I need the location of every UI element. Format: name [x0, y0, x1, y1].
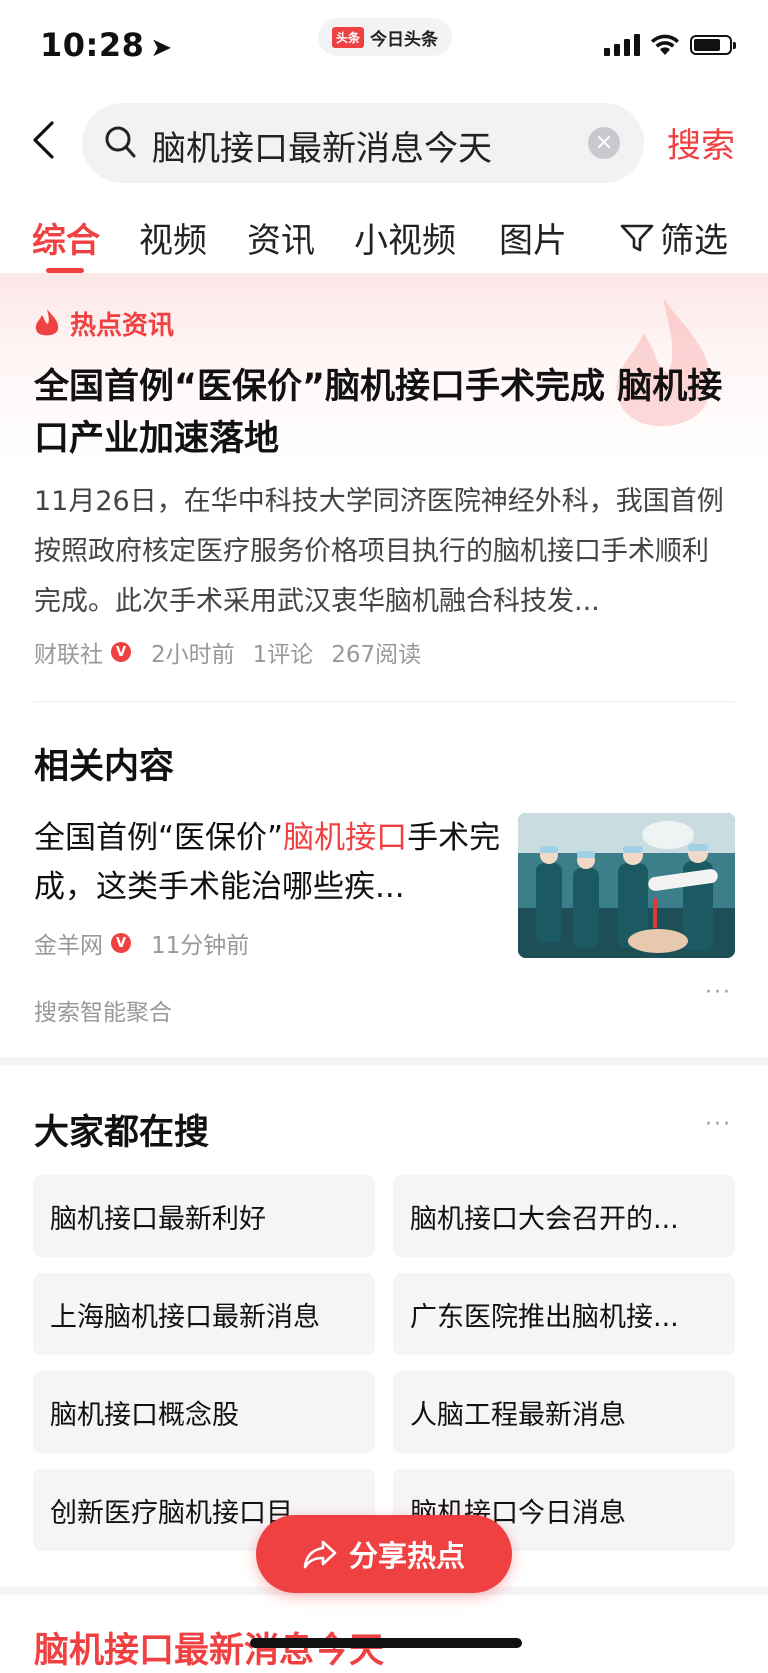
search-suggestion-chip[interactable]: 广东医院推出脑机接... [393, 1273, 735, 1355]
cellular-signal-icon [604, 34, 640, 56]
search-input[interactable]: 脑机接口最新消息今天 × [82, 103, 644, 183]
brand-badge: 头条 [331, 26, 364, 48]
verified-badge-icon: V [111, 642, 131, 662]
home-indicator[interactable] [250, 1638, 522, 1648]
related-meta: 金羊网 V 11分钟前 [34, 926, 249, 960]
section-separator [0, 1057, 768, 1065]
search-suggestion-chip[interactable]: 脑机接口大会召开的... [393, 1175, 735, 1257]
publish-time: 11分钟前 [151, 933, 250, 959]
related-headline[interactable]: 全国首例“医保价”脑机接口手术完成，这类手术能治哪些疾... [34, 814, 504, 912]
result-tabs: 综合 视频 资讯 小视频 图片 筛选 [0, 213, 768, 273]
share-label: 分享热点 [348, 1539, 465, 1573]
tab-video[interactable]: 视频 [139, 213, 207, 262]
tab-images[interactable]: 图片 [499, 213, 567, 262]
search-suggestion-chip[interactable]: 人脑工程最新消息 [393, 1371, 735, 1453]
more-options-icon[interactable]: ··· [705, 980, 732, 1005]
location-arrow-icon: ➤ [150, 33, 173, 63]
status-indicators [604, 34, 736, 56]
verified-badge-icon: V [111, 933, 131, 953]
people-searching-title: 大家都在搜 [34, 1113, 210, 1153]
share-icon [303, 1540, 337, 1569]
hot-news-card[interactable]: 热点资讯 全国首例“医保价”脑机接口手术完成 脑机接口产业加速落地 11月26日… [0, 273, 768, 693]
tab-filter-label: 筛选 [660, 221, 728, 261]
wifi-icon [651, 34, 679, 55]
filter-icon [620, 224, 654, 251]
publish-time: 2小时前 [151, 642, 235, 668]
brand-name: 今日头条 [370, 29, 438, 50]
source-name: 金羊网 [34, 933, 103, 959]
read-count: 267阅读 [331, 642, 422, 668]
comment-count: 1评论 [252, 642, 314, 668]
clear-search-icon[interactable]: × [588, 127, 620, 159]
status-time: 10:28 ➤ [40, 26, 173, 64]
hot-news-meta: 财联社 V 2小时前 1评论 267阅读 [34, 635, 421, 669]
search-query-text[interactable]: 脑机接口最新消息今天 [152, 121, 492, 170]
tab-filter[interactable]: 筛选 [620, 213, 728, 262]
surgery-photo [518, 813, 735, 958]
related-thumbnail[interactable] [518, 813, 735, 958]
status-bar: 10:28 ➤ 头条 今日头条 [0, 0, 768, 95]
tab-short-video[interactable]: 小视频 [354, 213, 456, 262]
related-section-title: 相关内容 [34, 747, 175, 787]
search-suggestion-chip[interactable]: 脑机接口最新利好 [33, 1175, 375, 1257]
hot-news-label: 热点资讯 [34, 305, 174, 342]
tab-news[interactable]: 资讯 [247, 213, 315, 262]
source-name: 财联社 [34, 642, 103, 668]
keyword-highlight: 脑机接口 [283, 820, 408, 856]
back-button[interactable] [30, 118, 66, 162]
hot-news-title[interactable]: 全国首例“医保价”脑机接口手术完成 脑机接口产业加速落地 [34, 361, 734, 465]
divider [34, 701, 734, 702]
search-icon [105, 126, 136, 158]
flame-icon [35, 308, 59, 335]
search-suggestion-chip[interactable]: 脑机接口概念股 [33, 1371, 375, 1453]
battery-icon [690, 35, 736, 55]
smart-aggregation-label: 搜索智能聚合 [34, 1000, 172, 1026]
tab-all[interactable]: 综合 [32, 213, 100, 262]
hot-news-summary: 11月26日，在华中科技大学同济医院神经外科，我国首例按照政府核定医疗服务价格项… [34, 486, 724, 617]
search-submit-button[interactable]: 搜索 [667, 118, 735, 167]
search-suggestion-chip[interactable]: 上海脑机接口最新消息 [33, 1273, 375, 1355]
more-options-icon[interactable]: ··· [705, 1112, 732, 1137]
share-hot-button[interactable]: 分享热点 [256, 1515, 512, 1593]
app-brand-pill[interactable]: 头条 今日头条 [318, 18, 452, 56]
chevron-left-icon [33, 121, 54, 159]
